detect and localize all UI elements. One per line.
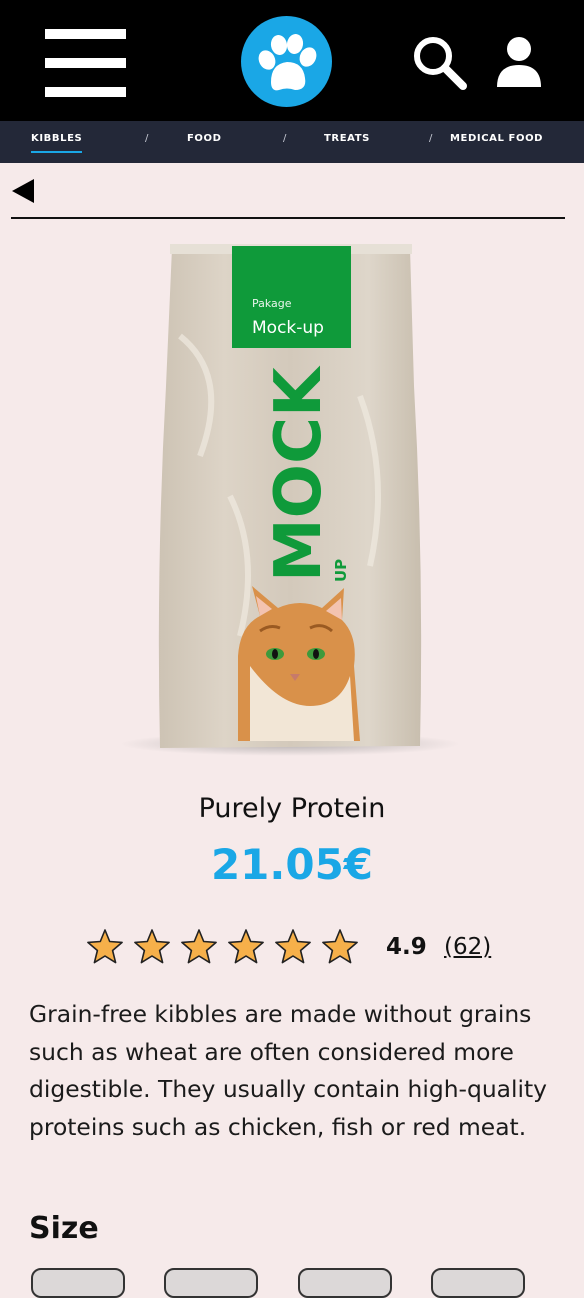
category-tab-medical-food[interactable]: MEDICAL FOOD	[450, 121, 543, 163]
product-description: Grain-free kibbles are made without grai…	[29, 1000, 547, 1141]
product-image: Pakage Mock-up MOCK UP	[110, 236, 474, 762]
package-side-text: UP	[332, 559, 350, 582]
rating-stars	[84, 928, 364, 968]
star-icon	[275, 929, 311, 964]
size-heading: Size	[29, 1211, 99, 1246]
category-tab-kibbles[interactable]: KIBBLES	[31, 121, 83, 163]
divider	[11, 217, 565, 219]
user-icon[interactable]	[494, 36, 544, 88]
size-option[interactable]	[164, 1268, 258, 1298]
size-option[interactable]	[298, 1268, 392, 1298]
star-icon	[322, 929, 358, 964]
size-option[interactable]	[31, 1268, 125, 1298]
review-count-link[interactable]: (62)	[444, 934, 491, 960]
back-arrow-icon[interactable]	[12, 179, 34, 203]
hamburger-menu-icon[interactable]	[45, 29, 126, 97]
category-separator: /	[145, 133, 149, 144]
package-big-text: MOCK	[262, 365, 336, 582]
category-bar: KIBBLES / FOOD / TREATS / MEDICAL FOOD	[0, 121, 584, 163]
category-tab-food[interactable]: FOOD	[187, 121, 222, 163]
paw-logo-icon[interactable]	[241, 16, 332, 107]
size-option[interactable]	[431, 1268, 525, 1298]
star-icon	[181, 929, 217, 964]
star-icon	[134, 929, 170, 964]
product-price: 21.05€	[210, 840, 374, 889]
star-icon	[87, 929, 123, 964]
category-separator: /	[283, 133, 287, 144]
search-icon[interactable]	[410, 33, 468, 91]
package-label: Mock-up	[252, 318, 324, 338]
category-tab-treats[interactable]: TREATS	[324, 121, 370, 163]
package-small-text: Pakage	[252, 297, 292, 310]
top-bar	[0, 0, 584, 121]
star-icon	[228, 929, 264, 964]
rating-value: 4.9	[386, 934, 427, 960]
category-separator: /	[429, 133, 433, 144]
product-name: Purely Protein	[198, 793, 386, 824]
